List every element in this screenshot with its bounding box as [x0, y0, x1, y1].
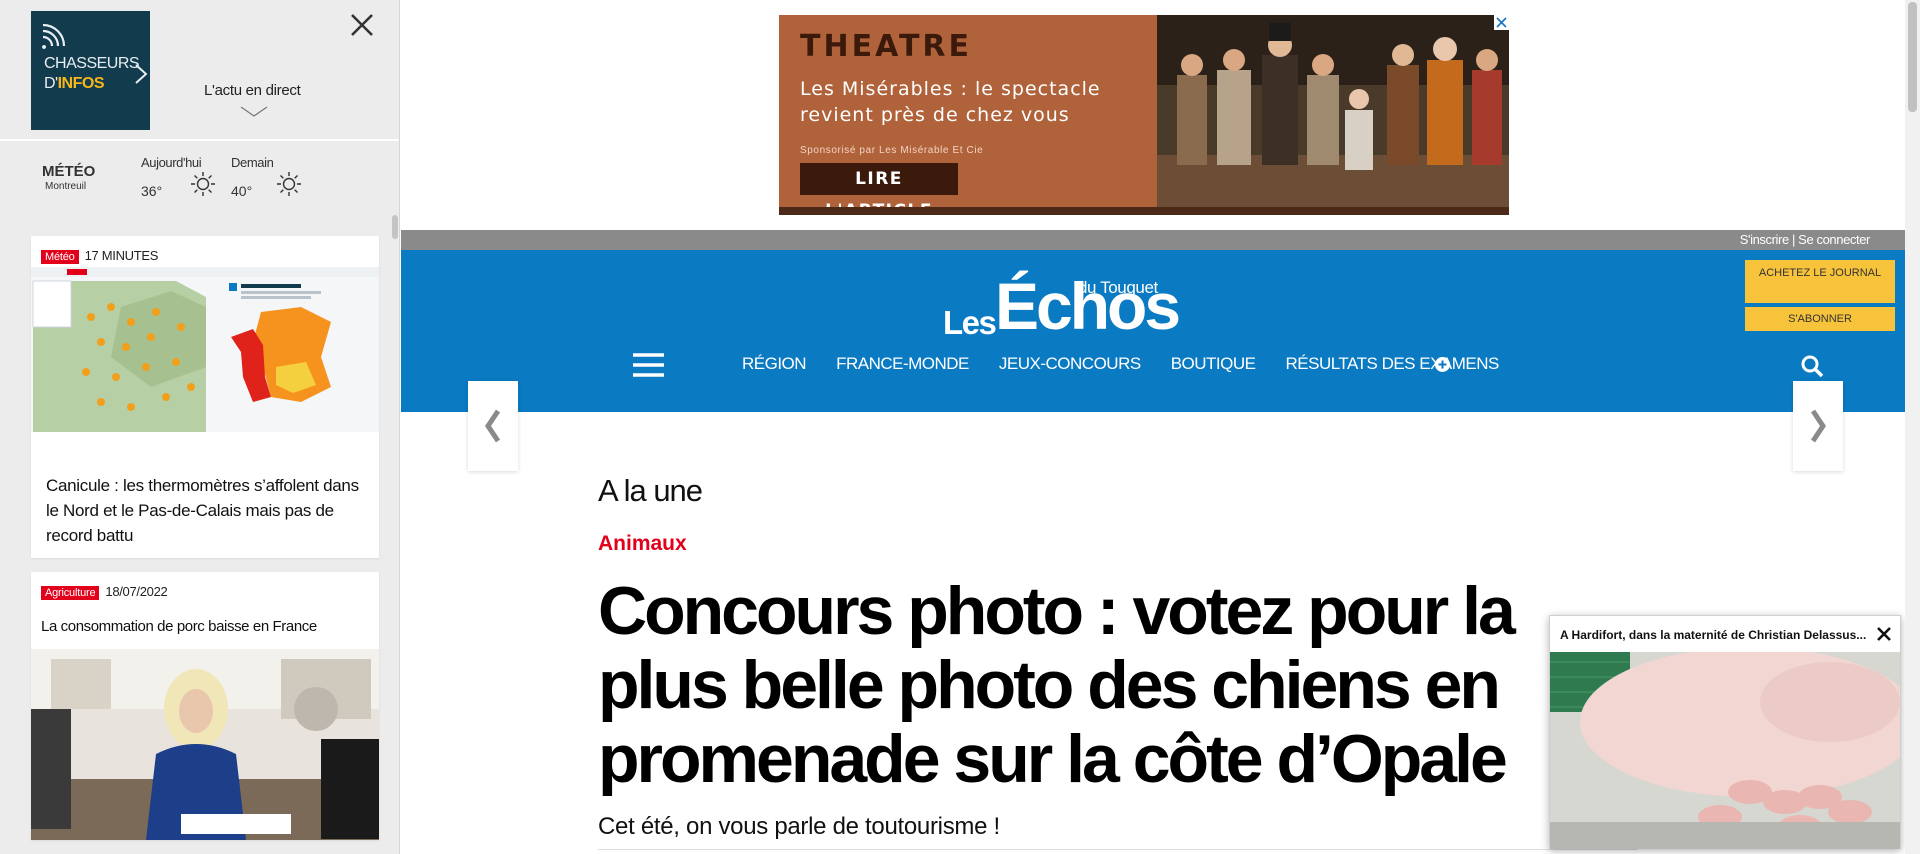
site-logo[interactable]: Les Échos du Touquet [943, 269, 1183, 343]
weather-map-image [31, 267, 379, 432]
previous-article-button[interactable] [468, 381, 518, 471]
sun-icon [191, 172, 215, 196]
advertisement-banner[interactable]: THEATRE Les Misérables : le spectacle re… [779, 15, 1509, 215]
signal-icon [42, 23, 66, 49]
buy-newspaper-button[interactable]: ACHETEZ LE JOURNAL [1745, 260, 1895, 303]
sidebar-header: CHASSEURS D'INFOS L'actu en direct [0, 0, 399, 141]
weather-title: MÉTÉO [42, 163, 96, 180]
weather-city: Montreuil [45, 181, 87, 192]
weather-tomorrow-label: Demain [231, 155, 274, 170]
category-tag: Météo [41, 250, 79, 264]
search-icon[interactable] [1800, 354, 1824, 378]
nav-jeux-concours[interactable]: JEUX-CONCOURS [999, 354, 1141, 374]
ad-read-article-button[interactable]: LIRE L'ARTICLE [800, 163, 958, 215]
logo-line-2: D'INFOS [44, 75, 105, 92]
article-headline: Concours photo : votez pour la plus bell… [598, 573, 1516, 797]
brand-du-touquet: du Touquet [1078, 278, 1158, 297]
nav-boutique[interactable]: BOUTIQUE [1171, 354, 1256, 374]
brand-les: Les [943, 304, 997, 341]
ad-headline: Les Misérables : le spectacle revient pr… [800, 78, 1101, 126]
hamburger-menu-icon[interactable] [633, 352, 664, 378]
account-bar: S'inscrire | Se connecter [401, 230, 1905, 250]
article-lede: Cet été, on vous parle de toutourisme ! [598, 813, 1000, 840]
divider [598, 849, 1638, 850]
site-header: Les Échos du Touquet RÉGION FRANCE-MONDE… [401, 250, 1905, 412]
video-caption: A Hardifort, dans la maternité de Christ… [1560, 628, 1867, 642]
ad-category: THEATRE [800, 29, 973, 64]
page-scrollbar-thumb[interactable] [1908, 2, 1917, 112]
ad-close-icon[interactable] [1494, 15, 1509, 30]
chasseurs-dinfos-logo[interactable]: CHASSEURS D'INFOS [31, 11, 150, 130]
live-news-sidebar: CHASSEURS D'INFOS L'actu en direct MÉTÉO… [0, 0, 400, 854]
ad-sponsor: Sponsorisé par Les Misérable Et Cie [800, 145, 984, 156]
nav-resultats-examens[interactable]: RÉSULTATS DES EXAMENS [1286, 354, 1500, 374]
video-frame-piglets[interactable] [1550, 652, 1900, 849]
weather-today-temp: 36° [141, 183, 163, 199]
plus-circle-icon[interactable] [1435, 357, 1450, 372]
nav-region[interactable]: RÉGION [742, 354, 807, 374]
main-nav: RÉGION FRANCE-MONDE JEUX-CONCOURS BOUTIQ… [742, 354, 1499, 374]
section-label[interactable]: A la une [598, 473, 703, 509]
weather-today-label: Aujourd'hui [141, 155, 202, 170]
subscribe-button[interactable]: S'ABONNER [1745, 307, 1895, 331]
chevron-down-icon[interactable] [240, 106, 268, 118]
floating-video-player[interactable]: A Hardifort, dans la maternité de Christ… [1549, 615, 1901, 849]
news-time: 18/07/2022 [105, 584, 168, 599]
news-card[interactable]: Agriculture 18/07/2022 La consommation de… [31, 572, 379, 840]
article-rubric[interactable]: Animaux [598, 532, 687, 556]
weather-tomorrow-temp: 40° [231, 183, 253, 199]
login-link[interactable]: S'inscrire | Se connecter [1740, 232, 1871, 247]
close-video-icon[interactable] [1875, 625, 1893, 643]
logo-line-1: CHASSEURS [44, 55, 140, 72]
nav-france-monde[interactable]: FRANCE-MONDE [836, 354, 969, 374]
weather-widget: MÉTÉO Montreuil Aujourd'hui 36° Demain 4… [0, 143, 399, 215]
chevron-right-icon [1810, 409, 1827, 443]
sun-icon [277, 172, 301, 196]
logo-arrow-icon [135, 64, 148, 84]
news-time: 17 MINUTES [84, 248, 159, 263]
category-tag: Agriculture [41, 586, 100, 600]
live-news-label[interactable]: L'actu en direct [204, 82, 301, 99]
news-card[interactable]: Météo 17 MINUTES Canicule : les thermomèt [31, 236, 379, 558]
chevron-left-icon [484, 409, 501, 443]
ad-theatre-photo [1157, 15, 1509, 207]
next-article-button[interactable] [1793, 381, 1843, 471]
page-scrollbar[interactable] [1905, 0, 1920, 854]
close-sidebar-icon[interactable] [347, 10, 377, 40]
ad-bottom-strip [779, 207, 1509, 215]
news-card-title[interactable]: La consommation de porc baisse en France [41, 618, 317, 635]
news-card-meta: Agriculture 18/07/2022 [41, 583, 168, 601]
news-card-meta: Météo 17 MINUTES [41, 247, 158, 265]
news-card-title[interactable]: Canicule : les thermomètres s’affolent d… [46, 473, 366, 548]
sidebar-scrollbar[interactable] [392, 215, 398, 239]
woman-at-desk-photo [31, 649, 379, 840]
